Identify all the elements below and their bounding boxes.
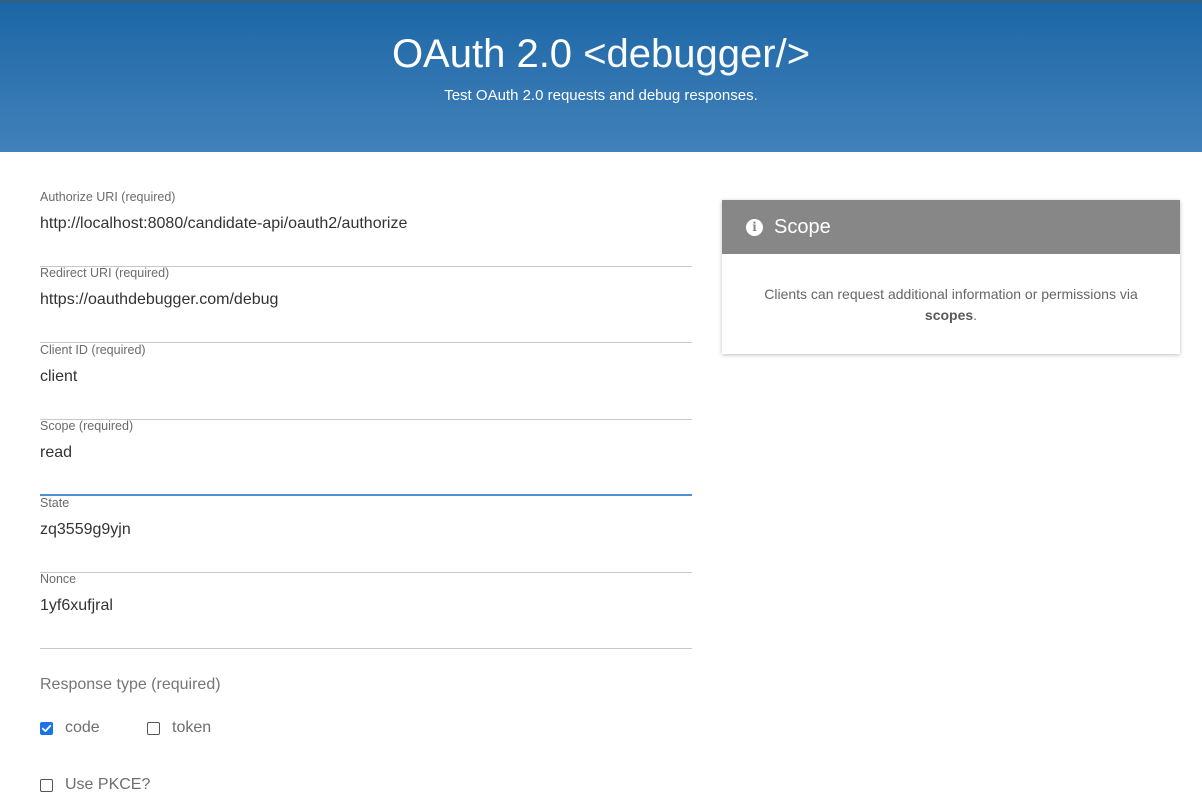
use-pkce-label: Use PKCE? [65, 776, 151, 793]
title-tag: <debugger/> [583, 32, 811, 76]
scope-label: Scope (required) [40, 419, 134, 433]
scope-card-text: Clients can request additional informati… [764, 286, 1138, 302]
redirect-uri-field: Redirect URI (required) [40, 266, 692, 343]
scope-card-body: Clients can request additional informati… [722, 254, 1180, 326]
authorize-uri-label: Authorize URI (required) [40, 190, 176, 204]
state-field: State [40, 496, 692, 573]
response-type-token-checkbox[interactable]: token [147, 719, 211, 737]
response-type-label: Response type (required) [40, 676, 221, 693]
response-type-code-label: code [65, 719, 100, 736]
redirect-uri-label: Redirect URI (required) [40, 266, 170, 280]
checked-checkbox-icon[interactable] [40, 721, 53, 735]
page-subtitle: Test OAuth 2.0 requests and debug respon… [444, 87, 758, 104]
nonce-field: Nonce [40, 572, 692, 649]
client-id-label: Client ID (required) [40, 343, 146, 357]
state-input[interactable] [40, 520, 680, 540]
page-title: OAuth 2.0 <debugger/> [0, 31, 1202, 77]
unchecked-checkbox-icon[interactable] [147, 721, 160, 735]
redirect-uri-input[interactable] [40, 290, 680, 310]
info-icon: i [746, 218, 763, 236]
scope-card-text-end: . [973, 307, 978, 323]
unchecked-checkbox-icon[interactable] [40, 778, 53, 792]
nonce-input[interactable] [40, 596, 680, 616]
response-type-token-label: token [172, 719, 212, 736]
scope-field: Scope (required) [40, 419, 692, 496]
scope-card-title: Scope [774, 215, 831, 238]
nonce-label: Nonce [40, 572, 77, 586]
client-id-field: Client ID (required) [40, 343, 692, 420]
scope-card-bold-text: scopes [924, 307, 974, 323]
scope-input[interactable] [40, 443, 680, 463]
scope-card-header: i Scope [722, 200, 1180, 254]
use-pkce-checkbox[interactable]: Use PKCE? [40, 776, 150, 794]
authorize-uri-input[interactable] [40, 214, 680, 234]
page-header: OAuth 2.0 <debugger/> Test OAuth 2.0 req… [0, 0, 1202, 152]
scope-info-card: i Scope Clients can request additional i… [722, 200, 1180, 354]
authorize-uri-field: Authorize URI (required) [40, 190, 692, 267]
title-main: OAuth 2.0 [391, 32, 573, 76]
client-id-input[interactable] [40, 367, 680, 387]
response-type-code-checkbox[interactable]: code [40, 719, 100, 737]
state-label: State [40, 496, 70, 510]
